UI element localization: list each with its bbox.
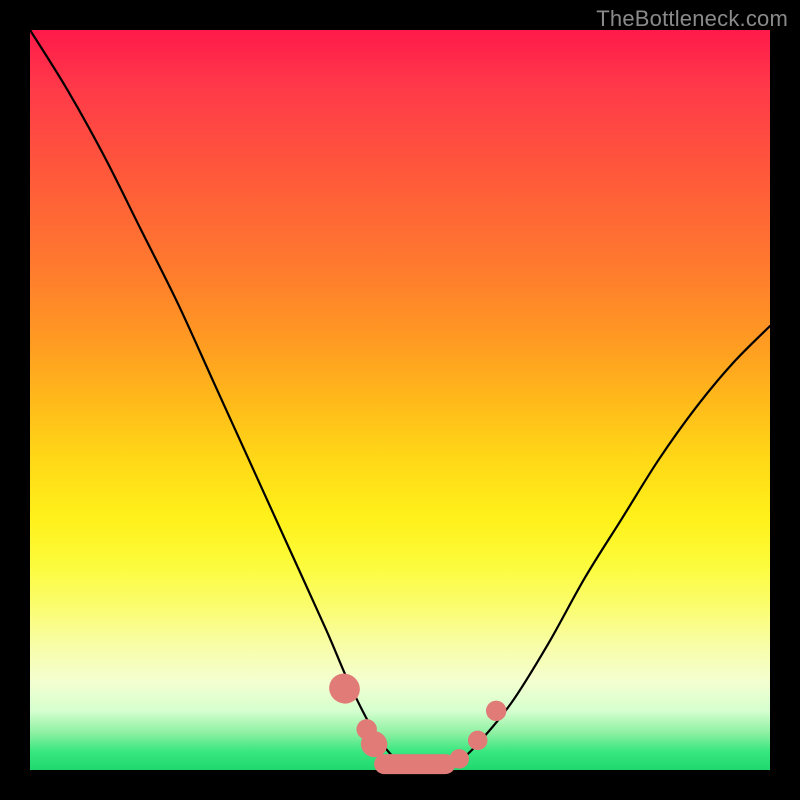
bottleneck-curve — [30, 30, 770, 767]
chart-svg — [30, 30, 770, 770]
plot-area — [30, 30, 770, 770]
data-marker — [374, 754, 455, 774]
attribution-text: TheBottleneck.com — [596, 6, 788, 32]
data-marker — [468, 731, 488, 751]
markers-group — [324, 668, 507, 774]
chart-frame: TheBottleneck.com — [0, 0, 800, 800]
data-marker — [449, 749, 469, 769]
data-marker — [486, 701, 506, 721]
